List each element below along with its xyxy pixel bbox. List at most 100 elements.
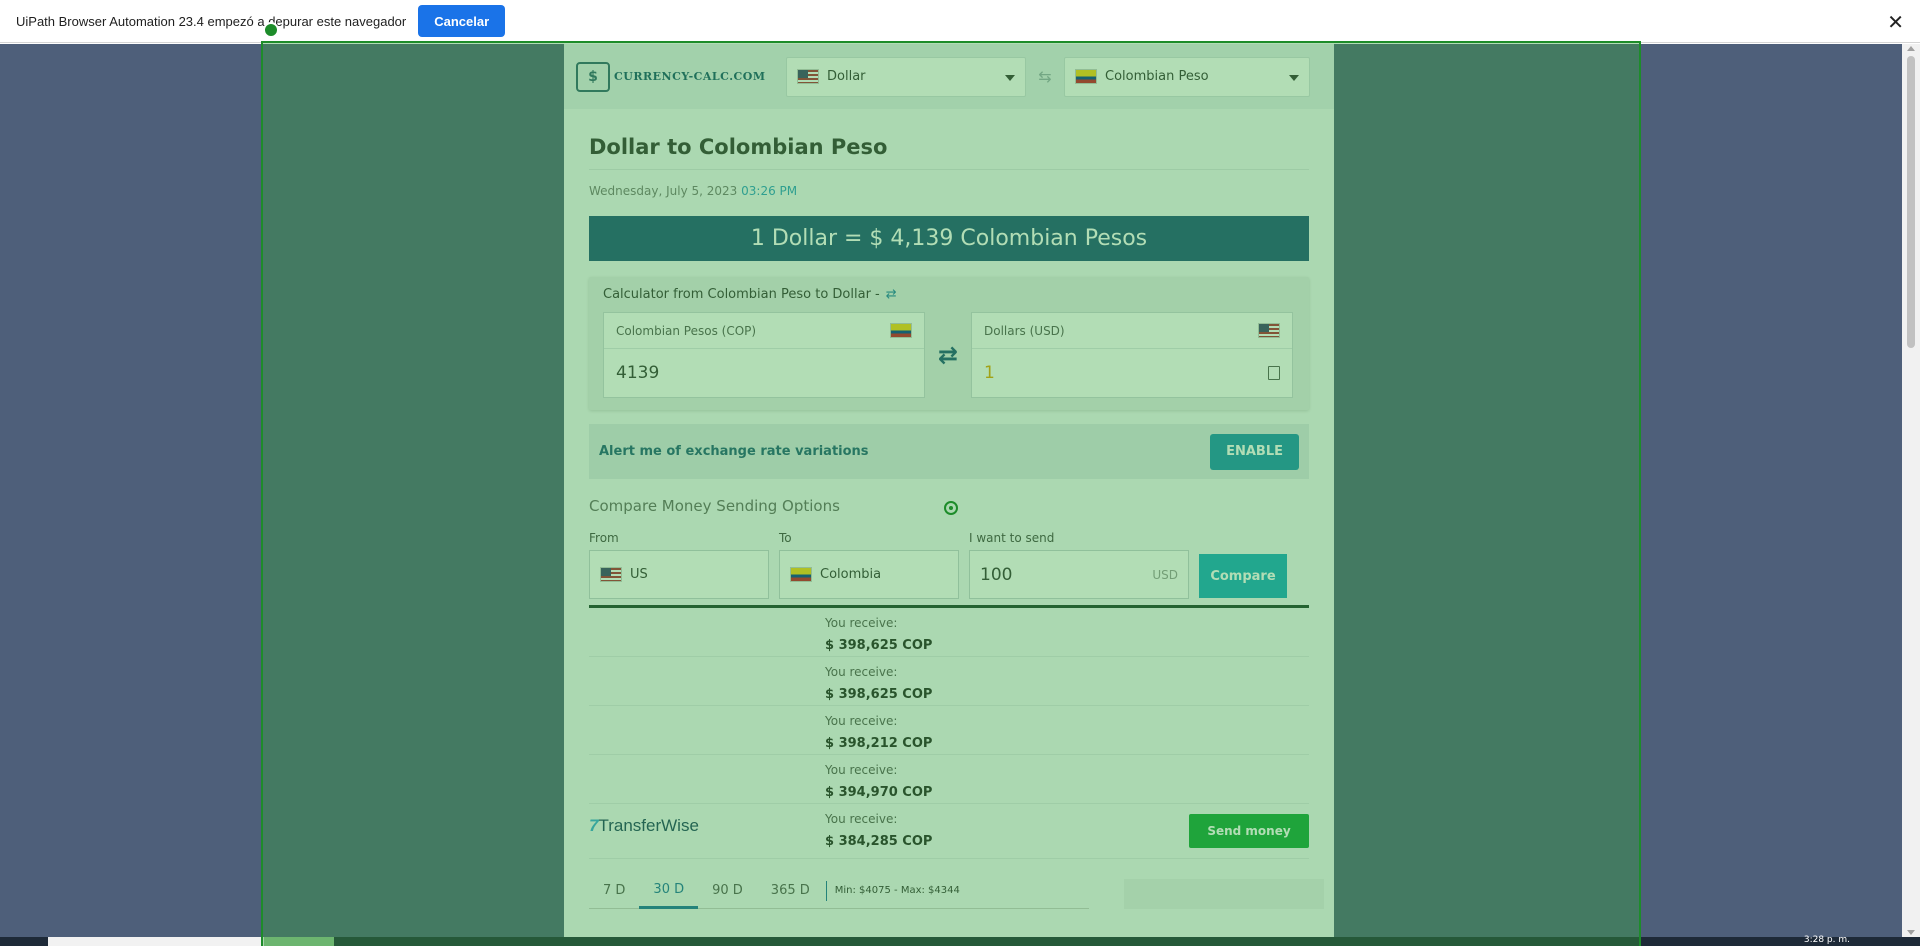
close-icon[interactable]: ✕ — [1887, 10, 1904, 34]
chart-period-tabs: 7 D 30 D 90 D 365 D Min: $4075 - Max: $4… — [589, 873, 1324, 909]
exchange-rate-banner: 1 Dollar = $ 4,139 Colombian Pesos — [589, 216, 1309, 261]
compare-amount-col: I want to send 100 USD — [969, 531, 1189, 599]
calculator-row: Colombian Pesos (COP) 4139 ⇄ Dollars (US… — [603, 312, 1295, 398]
target-icon — [944, 501, 958, 515]
swap-icon[interactable]: ⇄ — [925, 312, 971, 398]
side-panel-box — [1124, 879, 1324, 909]
tab-30d[interactable]: 30 D — [639, 873, 699, 909]
compare-amount-value: 100 — [980, 564, 1013, 585]
us-flag-icon — [1258, 323, 1280, 338]
browser-viewport: $ CURRENCY-CALC.COM Dollar ⇆ Colombian P… — [0, 44, 1902, 937]
cancel-debug-button[interactable]: Cancelar — [418, 5, 506, 37]
compare-amount-label: I want to send — [969, 531, 1055, 545]
calculator-panel: Calculator from Colombian Peso to Dollar… — [589, 277, 1309, 410]
provider-name: TransferWise — [598, 816, 699, 835]
send-money-button[interactable]: Send money — [1189, 814, 1309, 848]
offer-receive-label: You receive: — [825, 665, 898, 679]
offer-receive-label: You receive: — [825, 812, 898, 826]
to-amount-output[interactable]: 1 — [972, 349, 1292, 397]
from-amount-header: Colombian Pesos (COP) — [604, 313, 924, 349]
page-scrollbar[interactable] — [1902, 44, 1920, 937]
scrollbar-thumb[interactable] — [1907, 56, 1915, 348]
chevron-down-icon — [1289, 74, 1299, 81]
to-amount-label: Dollars (USD) — [984, 323, 1065, 338]
rate-date: Wednesday, July 5, 2023 03:26 PM — [589, 170, 1309, 216]
calculator-title: Calculator from Colombian Peso to Dollar… — [603, 287, 1295, 302]
from-amount-label: Colombian Pesos (COP) — [616, 323, 757, 338]
enable-alert-button[interactable]: ENABLE — [1210, 433, 1299, 470]
compare-button[interactable]: Compare — [1199, 554, 1287, 598]
date-text: Wednesday, July 5, 2023 — [589, 184, 738, 198]
offer-receive-label: You receive: — [825, 763, 898, 777]
offer-row: You receive: $ 398,625 COP — [589, 657, 1309, 706]
colombia-flag-icon — [890, 323, 912, 338]
colombia-flag-icon — [1075, 69, 1097, 84]
offer-receive-label: You receive: — [825, 616, 898, 630]
min-max-label: Min: $4075 - Max: $4344 — [834, 885, 960, 896]
to-amount-header: Dollars (USD) — [972, 313, 1292, 349]
rate-alert-bar: Alert me of exchange rate variations ENA… — [589, 424, 1309, 479]
us-flag-icon — [797, 69, 819, 84]
tab-365d[interactable]: 365 D — [757, 873, 824, 909]
compare-from-select[interactable]: US — [589, 550, 769, 599]
compare-from-label: From — [589, 531, 619, 545]
offer-row: You receive: $ 398,625 COP — [589, 608, 1309, 657]
transferwise-logo[interactable]: 7TransferWise — [589, 816, 699, 836]
from-amount-value: 4139 — [616, 363, 660, 383]
scroll-down-icon[interactable] — [1907, 930, 1915, 935]
offer-amount: $ 398,625 COP — [825, 638, 933, 653]
compare-amount-input[interactable]: 100 USD — [969, 550, 1189, 599]
offer-amount: $ 384,285 COP — [825, 834, 933, 849]
page-content: $ CURRENCY-CALC.COM Dollar ⇆ Colombian P… — [564, 44, 1334, 937]
to-amount-value: 1 — [984, 363, 995, 383]
us-flag-icon — [600, 567, 622, 582]
to-currency-select[interactable]: Colombian Peso — [1064, 56, 1310, 97]
scroll-up-icon[interactable] — [1907, 46, 1915, 51]
page-title: Dollar to Colombian Peso — [589, 109, 1309, 170]
offers-list: You receive: $ 398,625 COP You receive: … — [589, 608, 1309, 859]
offer-amount: $ 398,212 COP — [825, 736, 933, 751]
divider — [825, 880, 827, 901]
logo-text: CURRENCY-CALC.COM — [614, 70, 766, 83]
offer-row: You receive: $ 398,212 COP — [589, 706, 1309, 755]
rate-alert-text: Alert me of exchange rate variations — [599, 444, 869, 459]
to-currency-value: Colombian Peso — [1105, 69, 1209, 84]
taskbar-app[interactable] — [264, 937, 334, 946]
from-amount-input[interactable]: 4139 — [604, 349, 924, 397]
from-currency-value: Dollar — [827, 69, 866, 84]
site-header: $ CURRENCY-CALC.COM Dollar ⇆ Colombian P… — [564, 44, 1334, 109]
tab-7d[interactable]: 7 D — [589, 873, 639, 909]
taskbar: 3:28 p. m. — [0, 935, 1920, 946]
calculator-title-text: Calculator from Colombian Peso to Dollar… — [603, 287, 880, 302]
taskbar-clock: 3:28 p. m. — [1803, 935, 1850, 945]
offer-row: 7TransferWise You receive: $ 384,285 COP… — [589, 804, 1309, 859]
debug-message: UiPath Browser Automation 23.4 empezó a … — [16, 13, 407, 29]
from-amount-box: Colombian Pesos (COP) 4139 — [603, 312, 925, 398]
chevron-down-icon — [1005, 74, 1015, 81]
colombia-flag-icon — [790, 567, 812, 582]
to-amount-box: Dollars (USD) 1 — [971, 312, 1293, 398]
compare-form: From US To Colombia I want to send 100 U… — [589, 531, 1309, 608]
copy-icon[interactable] — [1268, 362, 1284, 380]
compare-to-value: Colombia — [820, 567, 882, 582]
compare-to-select[interactable]: Colombia — [779, 550, 959, 599]
swap-direction-icon[interactable]: ⇄ — [886, 287, 897, 302]
taskbar-search[interactable] — [48, 937, 264, 946]
anchor-icon — [263, 22, 279, 38]
compare-to-label: To — [779, 531, 792, 545]
site-logo[interactable]: $ CURRENCY-CALC.COM — [576, 61, 786, 92]
offer-receive-label: You receive: — [825, 714, 898, 728]
logo-icon: $ — [576, 61, 610, 92]
offer-amount: $ 398,625 COP — [825, 687, 933, 702]
tab-90d[interactable]: 90 D — [698, 873, 757, 909]
time-text: 03:26 PM — [741, 184, 798, 198]
swap-currencies-icon[interactable]: ⇆ — [1026, 67, 1064, 86]
offer-amount: $ 394,970 COP — [825, 785, 933, 800]
debug-banner: UiPath Browser Automation 23.4 empezó a … — [0, 0, 1920, 43]
compare-from-col: From US — [589, 531, 769, 599]
compare-amount-unit: USD — [1152, 567, 1178, 582]
offer-row: You receive: $ 394,970 COP — [589, 755, 1309, 804]
from-currency-select[interactable]: Dollar — [786, 56, 1026, 97]
compare-to-col: To Colombia — [779, 531, 959, 599]
compare-from-value: US — [630, 567, 648, 582]
